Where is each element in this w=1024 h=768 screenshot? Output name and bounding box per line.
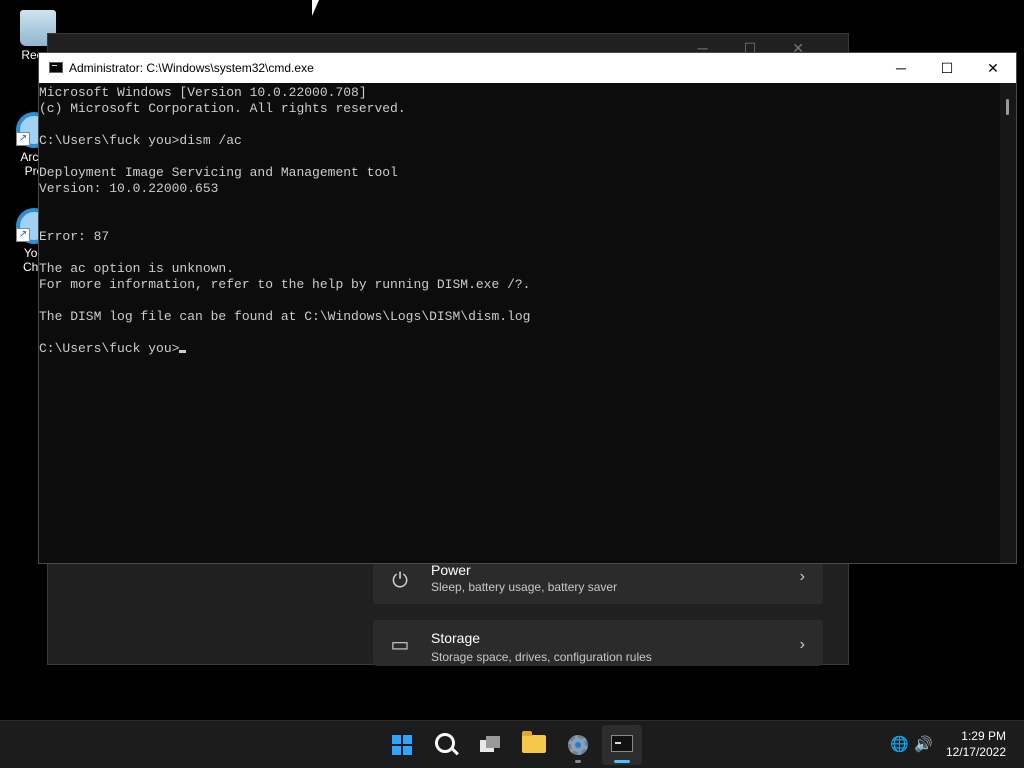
settings-card-title: Storage bbox=[431, 630, 481, 646]
clock[interactable]: 1:29 PM 12/17/2022 bbox=[946, 728, 1006, 760]
chevron-right-icon: › bbox=[799, 636, 805, 653]
start-button[interactable] bbox=[382, 725, 422, 765]
window-title: Administrator: C:\Windows\system32\cmd.e… bbox=[69, 61, 314, 75]
maximize-button[interactable]: ☐ bbox=[924, 53, 970, 83]
vertical-scrollbar[interactable] bbox=[1000, 83, 1016, 563]
command-prompt-button[interactable] bbox=[602, 725, 642, 765]
console-line: Version: 10.0.22000.653 bbox=[39, 181, 219, 196]
console-line: The ac option is unknown. bbox=[39, 261, 235, 276]
network-icon[interactable]: 🌐 bbox=[890, 735, 909, 753]
prompt-text: C:\Users\fuck you> bbox=[39, 341, 180, 356]
close-button[interactable]: ✕ bbox=[970, 53, 1016, 83]
console-line: Deployment Image Servicing and Managemen… bbox=[39, 165, 398, 180]
power-icon: ⏻ bbox=[392, 570, 408, 592]
file-explorer-button[interactable] bbox=[514, 725, 554, 765]
command-prompt-line[interactable]: C:\Users\fuck you> bbox=[39, 341, 1000, 357]
scrollbar-thumb[interactable] bbox=[1006, 99, 1009, 115]
taskbar bbox=[0, 720, 1024, 768]
settings-card-subtitle: Sleep, battery usage, battery saver bbox=[431, 580, 618, 594]
running-indicator bbox=[575, 760, 581, 763]
active-indicator bbox=[614, 760, 630, 763]
console-line: Microsoft Windows [Version 10.0.22000.70… bbox=[39, 85, 367, 100]
cmd-window[interactable]: Administrator: C:\Windows\system32\cmd.e… bbox=[38, 52, 1017, 564]
terminal-icon bbox=[611, 735, 633, 752]
minimize-button[interactable]: ─ bbox=[878, 53, 924, 83]
task-view-icon bbox=[480, 736, 500, 752]
search-icon bbox=[435, 733, 455, 753]
console-line: (c) Microsoft Corporation. All rights re… bbox=[39, 101, 406, 116]
folder-icon bbox=[522, 731, 546, 753]
console-line: Error: 87 bbox=[39, 229, 110, 244]
search-button[interactable] bbox=[426, 725, 466, 765]
mouse-pointer-icon bbox=[312, 0, 319, 16]
cmd-titlebar[interactable]: Administrator: C:\Windows\system32\cmd.e… bbox=[39, 53, 1016, 83]
console-line: C:\Users\fuck you>dism /ac bbox=[39, 133, 242, 148]
gear-icon bbox=[568, 735, 588, 755]
clock-date: 12/17/2022 bbox=[945, 745, 1006, 759]
settings-app-button[interactable] bbox=[558, 725, 598, 765]
windows-logo-icon bbox=[392, 735, 412, 755]
task-view-button[interactable] bbox=[470, 725, 510, 765]
text-cursor bbox=[179, 350, 187, 353]
console-line: For more information, refer to the help … bbox=[39, 277, 531, 292]
console-output[interactable]: Microsoft Windows [Version 10.0.22000.70… bbox=[39, 83, 1000, 563]
shortcut-arrow-icon: ↗ bbox=[16, 132, 30, 146]
storage-icon: ▭ bbox=[390, 634, 410, 656]
console-line: The DISM log file can be found at C:\Win… bbox=[39, 309, 531, 324]
settings-card-subtitle: Storage space, drives, configuration rul… bbox=[431, 650, 652, 664]
settings-card-storage[interactable]: ▭ Storage Storage space, drives, configu… bbox=[373, 620, 823, 666]
cmd-app-icon bbox=[49, 62, 63, 73]
volume-icon[interactable]: 🔊 bbox=[914, 735, 933, 753]
settings-card-title: Power bbox=[431, 562, 471, 578]
chevron-right-icon: › bbox=[799, 568, 805, 585]
clock-time: 1:29 PM bbox=[961, 729, 1006, 743]
shortcut-arrow-icon: ↗ bbox=[16, 228, 30, 242]
